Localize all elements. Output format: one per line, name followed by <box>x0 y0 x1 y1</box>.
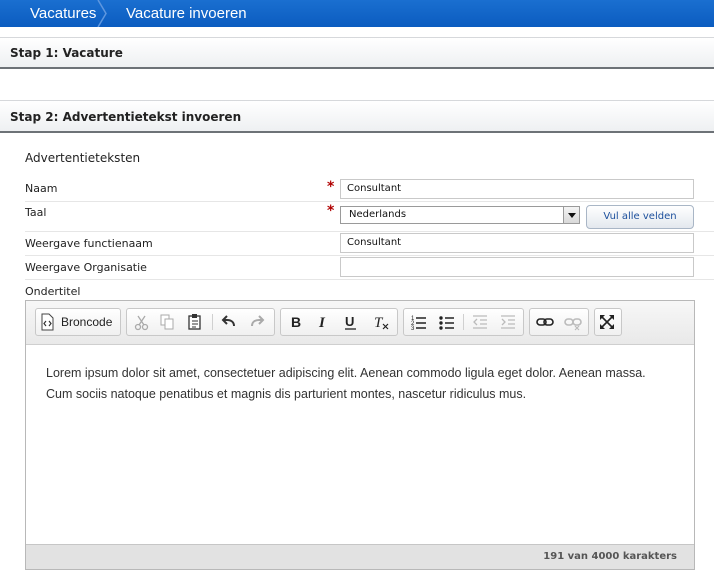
maximize-icon <box>598 313 618 331</box>
ondertitel-label: Ondertitel <box>25 285 81 298</box>
paste-icon[interactable] <box>186 313 206 331</box>
functienaam-input[interactable]: Consultant <box>340 233 694 253</box>
maximize-button[interactable] <box>594 308 622 336</box>
underline-icon[interactable]: U <box>342 313 362 331</box>
row-divider <box>25 201 714 202</box>
step-2-title: Stap 2: Advertentietekst invoeren <box>10 110 242 124</box>
step-2-panel[interactable]: Stap 2: Advertentietekst invoeren <box>0 100 714 133</box>
functienaam-label: Weergave functienaam <box>25 237 153 250</box>
copy-icon[interactable] <box>158 313 178 331</box>
cut-icon[interactable] <box>133 313 153 331</box>
taal-required-marker: * <box>327 203 335 219</box>
redo-icon[interactable] <box>248 313 268 331</box>
naam-input[interactable]: Consultant <box>340 179 694 199</box>
section-title: Advertentieteksten <box>25 151 141 165</box>
undo-icon[interactable] <box>220 313 240 331</box>
chevron-down-icon[interactable] <box>563 207 579 223</box>
list-group: 1 2 3 <box>403 308 524 336</box>
svg-text:T: T <box>374 315 384 331</box>
italic-icon[interactable]: I <box>314 313 334 331</box>
breadcrumb-separator-icon <box>97 0 107 27</box>
source-button-label: Broncode <box>61 315 113 329</box>
svg-text:I: I <box>318 315 326 331</box>
bulleted-list-icon[interactable] <box>438 313 458 331</box>
breadcrumb: Vacatures Vacature invoeren <box>0 0 714 27</box>
step-1-panel[interactable]: Stap 1: Vacature <box>0 37 714 69</box>
naam-label: Naam <box>25 182 58 195</box>
svg-text:U: U <box>345 314 354 329</box>
link-group <box>529 308 589 336</box>
step-1-title: Stap 1: Vacature <box>10 46 123 60</box>
remove-format-icon[interactable]: T <box>372 313 392 331</box>
naam-required-marker: * <box>327 179 335 195</box>
source-icon <box>39 313 59 331</box>
unlink-icon[interactable] <box>564 313 584 331</box>
organisatie-input[interactable] <box>340 257 694 277</box>
svg-text:B: B <box>291 314 301 330</box>
editor-statusbar: 191 van 4000 karakters <box>26 544 694 569</box>
taal-select[interactable]: Nederlands <box>340 206 580 224</box>
bold-icon[interactable]: B <box>287 313 307 331</box>
clipboard-group <box>126 308 275 336</box>
fill-all-fields-button[interactable]: Vul alle velden <box>586 205 694 229</box>
row-divider <box>25 279 714 280</box>
indent-icon[interactable] <box>499 313 519 331</box>
link-icon[interactable] <box>536 313 556 331</box>
taal-selected-value: Nederlands <box>349 209 407 220</box>
breadcrumb-item-vacature-invoeren: Vacature invoeren <box>126 5 247 22</box>
breadcrumb-item-vacatures[interactable]: Vacatures <box>30 0 96 27</box>
row-divider <box>25 255 714 256</box>
source-button[interactable]: Broncode <box>35 308 121 336</box>
row-divider <box>25 231 714 232</box>
numbered-list-icon[interactable]: 1 2 3 <box>410 313 430 331</box>
character-count: 191 van 4000 karakters <box>543 551 677 562</box>
toolbar-separator <box>463 314 464 330</box>
editor-toolbar: Broncode B I U T 1 2 3 <box>26 301 694 345</box>
editor-content[interactable]: Lorem ipsum dolor sit amet, consectetuer… <box>46 363 666 405</box>
rich-text-editor[interactable]: Broncode B I U T 1 2 3 Lorem ipsum dolor… <box>25 300 695 570</box>
taal-label: Taal <box>25 206 47 219</box>
svg-text:3: 3 <box>411 326 415 331</box>
format-group: B I U T <box>280 308 398 336</box>
organisatie-label: Weergave Organisatie <box>25 261 147 274</box>
toolbar-separator <box>212 314 213 330</box>
outdent-icon[interactable] <box>471 313 491 331</box>
